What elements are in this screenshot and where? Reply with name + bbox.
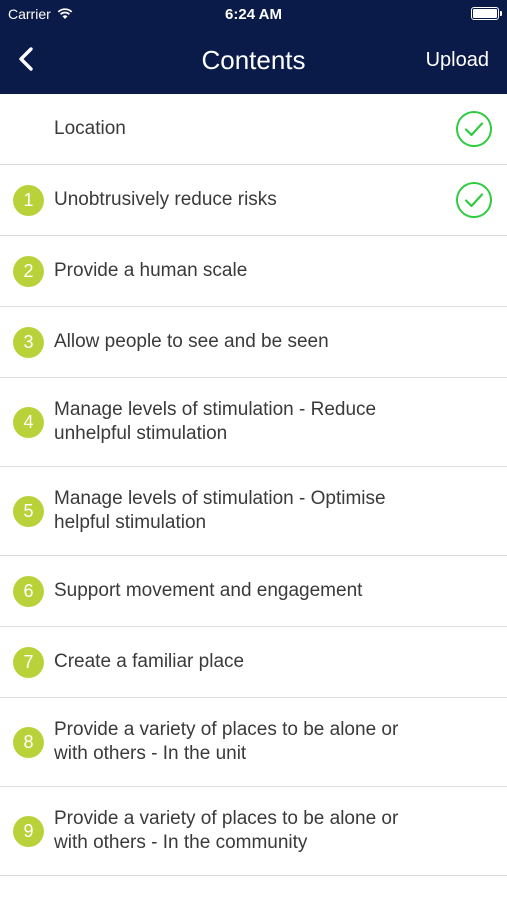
list-item[interactable]: 6 Support movement and engagement <box>0 556 507 627</box>
item-label: Provide a variety of places to be alone … <box>54 719 399 764</box>
list-item[interactable]: 5 Manage levels of stimulation - Optimise… <box>0 467 507 556</box>
list-item[interactable]: 2 Provide a human scale <box>0 236 507 307</box>
nav-header: Carrier 6:24 AM Contents Upload <box>0 0 507 94</box>
status-bar: Carrier 6:24 AM <box>0 0 507 28</box>
item-number-badge: 5 <box>13 495 44 527</box>
status-time: 6:24 AM <box>225 6 282 23</box>
item-number-badge: 4 <box>13 406 44 438</box>
list-item[interactable]: 3 Allow people to see and be seen <box>0 307 507 378</box>
item-label: Unobtrusively reduce risks <box>54 189 277 210</box>
list-item[interactable]: 7 Create a familiar place <box>0 627 507 698</box>
item-label: Provide a variety of places to be alone … <box>54 808 399 853</box>
item-label: Provide a human scale <box>54 260 248 281</box>
item-label: Create a familiar place <box>54 651 245 672</box>
upload-button[interactable]: Upload <box>426 49 489 72</box>
item-number-badge: 7 <box>13 646 44 678</box>
battery-icon <box>471 7 502 20</box>
item-number-badge: 6 <box>13 575 44 607</box>
item-number-badge: 1 <box>13 184 44 216</box>
item-number-badge: 2 <box>13 255 44 287</box>
item-label: Support movement and engagement <box>54 580 363 601</box>
list-item[interactable]: 1 Unobtrusively reduce risks <box>0 165 507 236</box>
item-number-badge: 8 <box>13 726 44 758</box>
item-label: Manage levels of stimulation - Optimise … <box>54 488 386 533</box>
contents-list: Location 1 Unobtrusively reduce risks 2 Prov… <box>0 94 507 876</box>
item-number-badge: 9 <box>13 815 44 847</box>
item-number-badge: 3 <box>13 326 44 358</box>
item-label: Location <box>54 118 126 139</box>
list-item[interactable]: 8 Provide a variety of places to be alone… <box>0 698 507 787</box>
item-label: Manage levels of stimulation - Reduce un… <box>54 399 377 444</box>
list-item[interactable]: 4 Manage levels of stimulation - Reduce u… <box>0 378 507 467</box>
checkmark-circle-icon <box>456 111 492 147</box>
list-item[interactable]: 9 Provide a variety of places to be alone… <box>0 787 507 876</box>
item-label: Allow people to see and be seen <box>54 331 329 352</box>
list-item[interactable]: Location <box>0 94 507 165</box>
checkmark-circle-icon <box>456 182 492 218</box>
